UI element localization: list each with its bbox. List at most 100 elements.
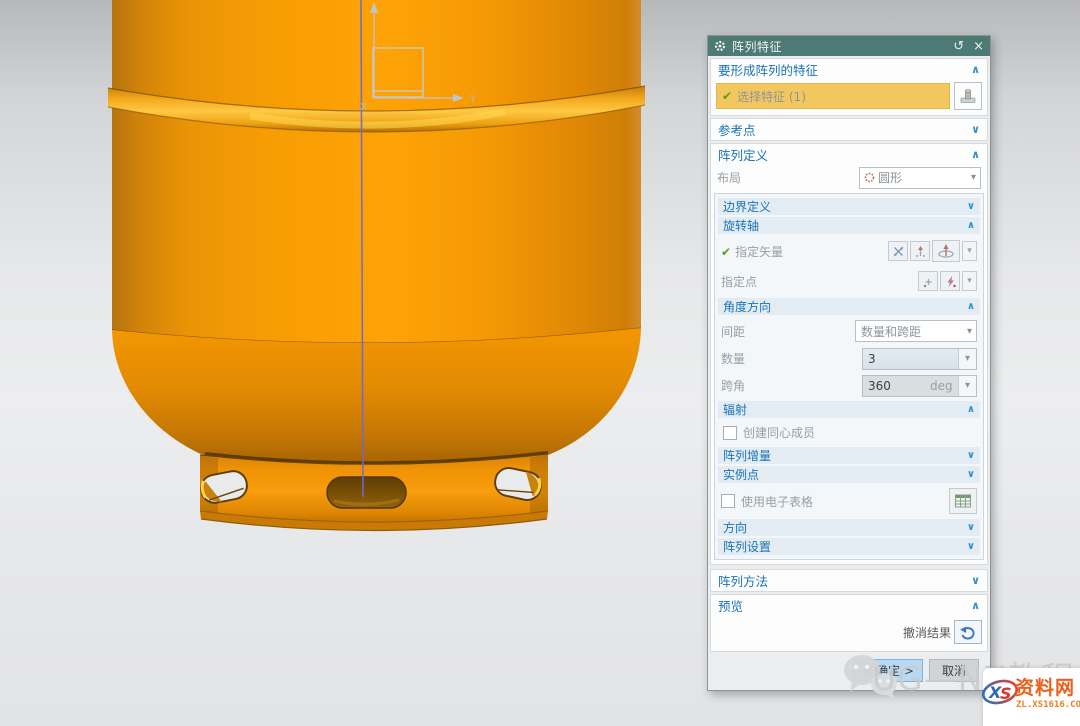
layout-dropdown[interactable]: 圆形 ▾ xyxy=(859,167,981,189)
features-to-pattern-label: 要形成阵列的特征 xyxy=(718,60,818,79)
chevron-up-icon: ∧ xyxy=(967,220,975,231)
point-constructor-button[interactable] xyxy=(918,271,938,291)
layout-value: 圆形 xyxy=(878,169,971,186)
checkmark-icon: ✔ xyxy=(721,245,731,259)
csys-y-label: Y xyxy=(469,94,477,105)
spacing-label: 间距 xyxy=(721,323,745,340)
undo-icon xyxy=(959,625,977,640)
dialog-title: 阵列特征 xyxy=(732,38,944,55)
select-feature-field[interactable]: ✔ 选择特征 (1) xyxy=(716,83,950,109)
create-concentric-checkbox[interactable] xyxy=(723,426,737,440)
dialog-titlebar[interactable]: 阵列特征 ↺ × xyxy=(708,36,990,56)
close-icon[interactable]: × xyxy=(973,40,984,53)
features-to-pattern-header[interactable]: 要形成阵列的特征 ∧ xyxy=(711,59,987,80)
span-angle-field[interactable]: 360 deg ▾ xyxy=(862,375,977,397)
checkmark-icon: ✔ xyxy=(722,89,732,103)
chevron-down-icon: ∨ xyxy=(967,469,975,480)
use-spreadsheet-checkbox[interactable] xyxy=(721,494,735,508)
vector-dialog-icon xyxy=(936,243,956,259)
point-constructor-icon xyxy=(922,275,935,288)
use-spreadsheet-label: 使用电子表格 xyxy=(741,493,813,510)
chevron-down-icon: ∨ xyxy=(967,522,975,533)
inferred-point-icon xyxy=(944,275,957,288)
span-angle-value: 360 xyxy=(863,376,930,396)
chevron-up-icon: ∧ xyxy=(967,301,975,312)
pattern-settings-bar[interactable]: 阵列设置 ∨ xyxy=(718,538,980,555)
angular-direction-bar[interactable]: 角度方向 ∧ xyxy=(718,298,980,315)
pattern-feature-dialog: 阵列特征 ↺ × 要形成阵列的特征 ∧ ✔ 选择特征 (1) xyxy=(707,35,991,691)
circular-layout-icon xyxy=(864,172,875,183)
ok-button[interactable]: < 确定 > xyxy=(853,659,923,682)
chevron-up-icon: ∧ xyxy=(967,404,975,415)
chevron-down-icon: ∨ xyxy=(971,123,980,136)
section-features-to-pattern: 要形成阵列的特征 ∧ ✔ 选择特征 (1) xyxy=(710,58,988,116)
pattern-increment-bar[interactable]: 阵列增量 ∨ xyxy=(718,447,980,464)
spreadsheet-button[interactable] xyxy=(949,488,977,514)
bottom-dome xyxy=(112,328,641,465)
radiate-bar[interactable]: 辐射 ∧ xyxy=(718,401,980,418)
pattern-settings-label: 阵列设置 xyxy=(723,538,771,555)
instance-points-label: 实例点 xyxy=(723,466,759,483)
dropdown-arrow-icon: ▾ xyxy=(967,326,972,337)
create-concentric-label: 创建同心成员 xyxy=(743,424,815,441)
vector-constructor-icon xyxy=(914,245,927,258)
section-preview: 预览 ∧ 撤消结果 xyxy=(710,594,988,652)
dialog-footer: < 确定 > 取消 xyxy=(708,652,990,690)
pattern-method-label: 阵列方法 xyxy=(718,571,768,590)
reset-icon[interactable]: ↺ xyxy=(953,40,964,53)
boundary-definition-bar[interactable]: 边界定义 ∨ xyxy=(718,198,980,215)
count-dropdown-arrow[interactable]: ▾ xyxy=(958,349,976,369)
inferred-point-button[interactable] xyxy=(940,271,960,291)
pattern-method-header[interactable]: 阵列方法 ∨ xyxy=(711,570,987,591)
count-value: 3 xyxy=(863,349,958,369)
section-pattern-definition: 阵列定义 ∧ 布局 圆形 ▾ 边界定义 ∨ 旋转轴 xyxy=(710,143,988,565)
chevron-up-icon: ∧ xyxy=(971,63,980,76)
undo-result-button[interactable] xyxy=(954,620,982,644)
pattern-definition-groupbox: 边界定义 ∨ 旋转轴 ∧ ✔ 指定矢量 xyxy=(714,193,984,560)
csys-x-label: X xyxy=(360,102,367,113)
chevron-up-icon: ∧ xyxy=(971,148,980,161)
chevron-up-icon: ∧ xyxy=(971,599,980,612)
slot-center xyxy=(327,477,406,508)
span-angle-label: 跨角 xyxy=(721,377,745,394)
section-pattern-method: 阵列方法 ∨ xyxy=(710,569,988,592)
instance-points-bar[interactable]: 实例点 ∨ xyxy=(718,466,980,483)
span-angle-unit: deg xyxy=(930,376,958,396)
rotation-axis-bar[interactable]: 旋转轴 ∧ xyxy=(718,217,980,234)
dropdown-arrow-icon: ▾ xyxy=(971,172,976,183)
gear-icon xyxy=(714,40,726,52)
chevron-down-icon: ∨ xyxy=(967,450,975,461)
span-angle-dropdown-arrow[interactable]: ▾ xyxy=(958,376,976,396)
rotation-axis-label: 旋转轴 xyxy=(723,217,759,234)
spacing-dropdown[interactable]: 数量和跨距 ▾ xyxy=(855,320,977,342)
reference-point-header[interactable]: 参考点 ∨ xyxy=(711,119,987,140)
vector-dialog-button[interactable] xyxy=(932,240,960,262)
preview-label: 预览 xyxy=(718,596,743,615)
feature-icon xyxy=(958,86,978,106)
radiate-label: 辐射 xyxy=(723,401,747,418)
cancel-button[interactable]: 取消 xyxy=(929,659,979,682)
count-field[interactable]: 3 ▾ xyxy=(862,348,977,370)
direction-bar[interactable]: 方向 ∨ xyxy=(718,519,980,536)
undo-result-label: 撤消结果 xyxy=(903,624,951,641)
vector-options-dropdown[interactable]: ▾ xyxy=(962,241,977,261)
layout-label: 布局 xyxy=(717,169,741,186)
cylinder-body xyxy=(112,0,641,344)
preview-header[interactable]: 预览 ∧ xyxy=(711,595,987,616)
select-feature-label: 选择特征 (1) xyxy=(737,88,806,105)
section-reference-point: 参考点 ∨ xyxy=(710,118,988,141)
point-options-dropdown[interactable]: ▾ xyxy=(962,271,977,291)
chevron-down-icon: ∨ xyxy=(967,541,975,552)
direction-label: 方向 xyxy=(723,519,747,536)
spreadsheet-icon xyxy=(954,493,972,509)
feature-select-button[interactable] xyxy=(954,82,982,110)
reverse-vector-button[interactable] xyxy=(888,241,908,261)
graphics-viewport[interactable]: Y X 阵列特征 ↺ × 要形成阵列的特征 ∧ ✔ 选择特征 (1) xyxy=(0,0,1080,726)
specify-vector-label: 指定矢量 xyxy=(735,245,783,259)
specify-point-label: 指定点 xyxy=(721,273,757,290)
pattern-definition-header[interactable]: 阵列定义 ∧ xyxy=(711,144,987,165)
chevron-down-icon: ∨ xyxy=(967,201,975,212)
vector-constructor-button[interactable] xyxy=(910,241,930,261)
pattern-definition-label: 阵列定义 xyxy=(718,145,768,164)
reference-point-label: 参考点 xyxy=(718,120,756,139)
